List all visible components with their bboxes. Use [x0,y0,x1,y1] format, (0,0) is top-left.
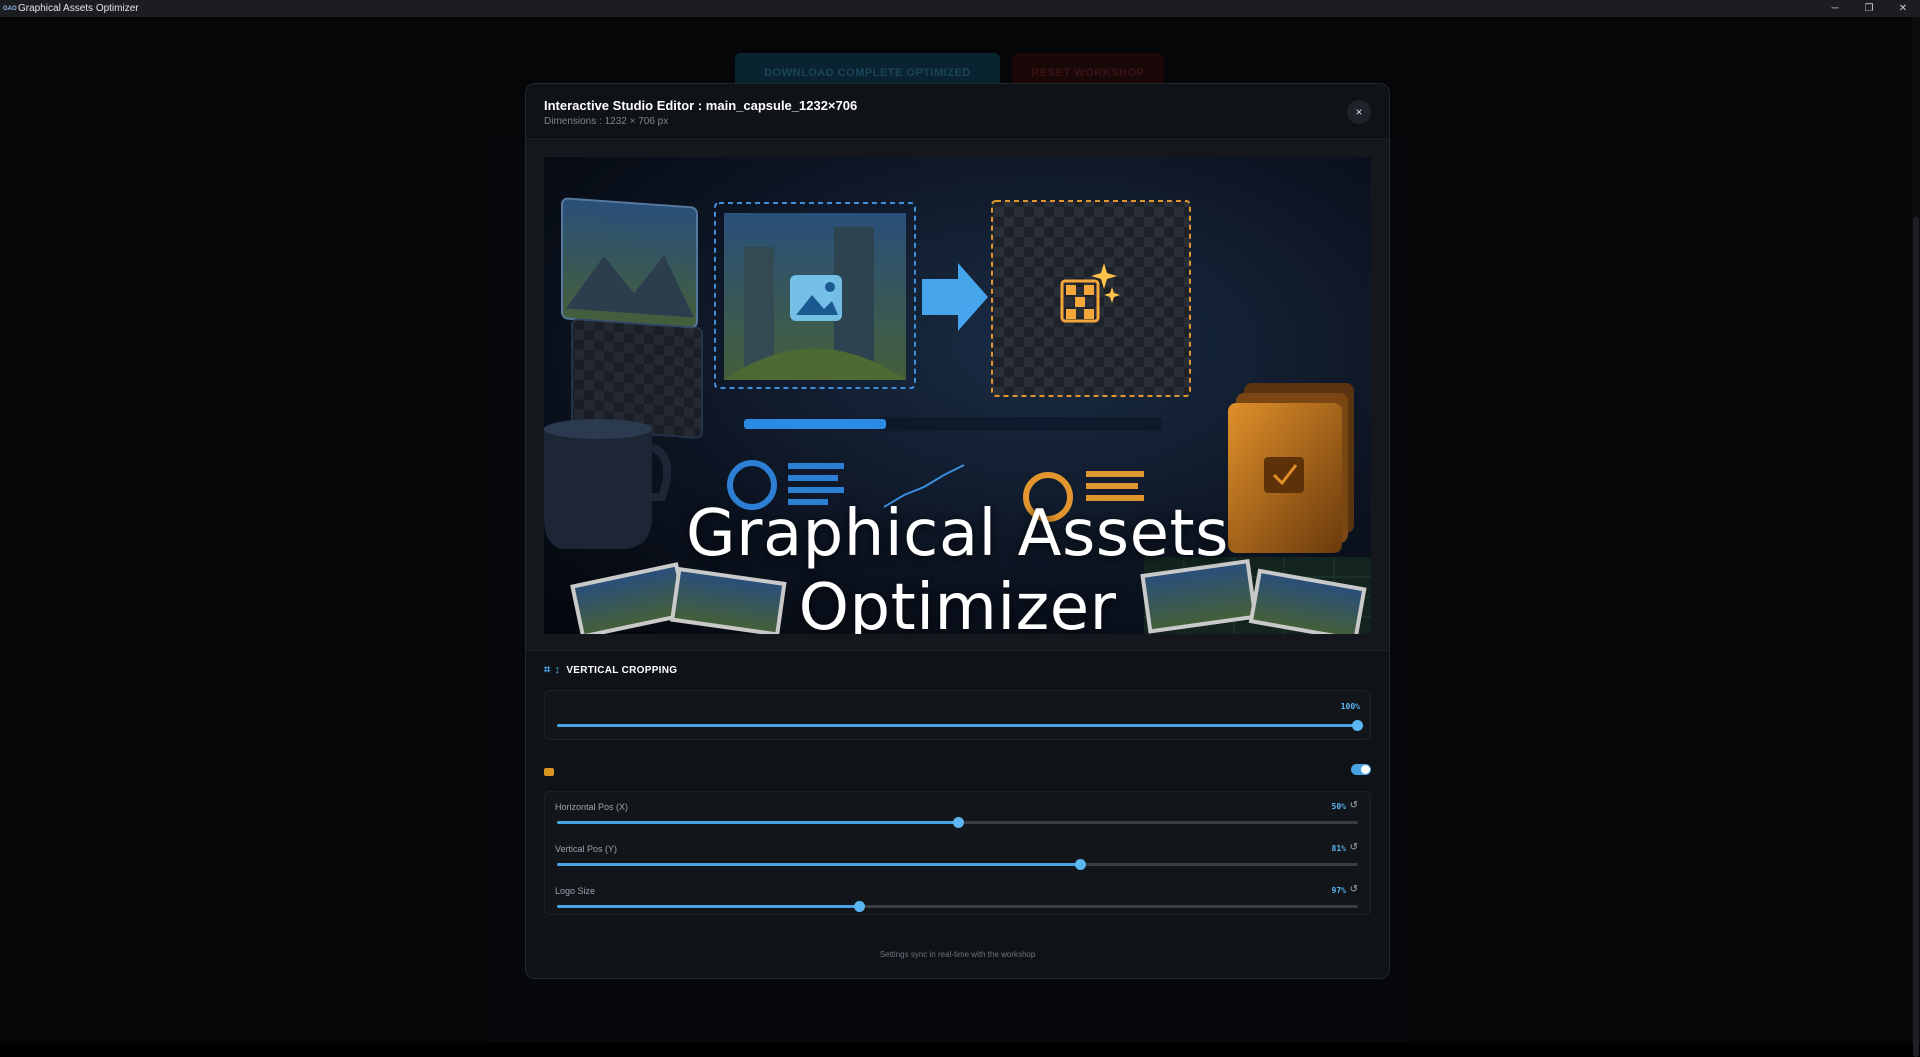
capsule-logo-title: Graphical Assets Optimizer [686,497,1229,634]
title-bar: GAO Graphical Assets Optimizer ─ ❐ ✕ [0,0,1920,17]
slider-thumb[interactable] [1075,859,1087,870]
toggle-knob [1361,765,1370,774]
studio-editor-modal: Interactive Studio Editor : main_capsule… [525,83,1390,979]
slider-fill [557,905,859,908]
close-modal-button[interactable]: × [1347,100,1371,124]
logo-image-icon [544,768,554,776]
logo-controls-card: Horizontal Pos (X) 50% ↺ Vertical Pos (Y… [544,791,1371,915]
logo-size-label: Logo Size [555,886,596,896]
vertical-cropping-label: VERTICAL CROPPING [566,664,678,676]
horizontal-pos-label: Horizontal Pos (X) [555,802,629,812]
logo-overlay-header [544,764,1371,778]
slider-thumb[interactable] [853,901,865,912]
vertical-pos-slider[interactable] [557,859,1358,870]
scrollbar[interactable] [1912,17,1920,1057]
logo-size-value: 97% [1331,886,1346,895]
modal-dimensions: Dimensions : 1232 × 706 px [544,116,669,127]
capsule-preview-image: Graphical Assets Optimizer [544,157,1371,634]
modal-title: Interactive Studio Editor : main_capsule… [544,98,858,113]
slider-fill [557,863,1081,866]
window-title: Graphical Assets Optimizer [18,3,139,14]
vertical-cropping-value: 100% [1340,702,1360,711]
app-icon: GAO [3,5,17,12]
logo-overlay-toggle[interactable] [1351,764,1371,775]
vertical-pos-label: Vertical Pos (Y) [555,844,618,854]
horizontal-pos-slider[interactable] [557,817,1358,828]
slider-fill [557,821,958,824]
horizontal-pos-value: 50% [1331,802,1346,811]
reset-horizontal-icon[interactable]: ↺ [1350,800,1358,811]
sync-note: Settings sync in real-time with the work… [879,950,1036,959]
preview-area: Graphical Assets Optimizer [526,141,1389,651]
crop-icon: ⌗ [544,663,551,676]
vertical-pos-value: 81% [1331,844,1346,853]
left-frames [561,197,703,439]
slider-fill [557,724,1357,727]
close-window-button[interactable]: ✕ [1886,0,1920,17]
slider-thumb[interactable] [1352,720,1363,731]
window-controls: ─ ❐ ✕ [1818,0,1920,17]
vertical-cropping-card: 100% [544,690,1371,740]
vertical-cropping-header: ⌗ ↕ VERTICAL CROPPING [544,663,677,677]
maximize-button[interactable]: ❐ [1852,0,1886,17]
minimize-button[interactable]: ─ [1818,0,1852,17]
vertical-cropping-slider[interactable] [557,720,1363,731]
scrollbar-thumb[interactable] [1913,217,1919,1057]
vertical-arrows-icon: ↕ [554,664,561,676]
reset-logo-size-icon[interactable]: ↺ [1350,884,1358,895]
modal-header: Interactive Studio Editor : main_capsule… [526,84,1389,140]
logo-size-slider[interactable] [557,901,1358,912]
slider-thumb[interactable] [952,817,964,828]
reset-vertical-icon[interactable]: ↺ [1350,842,1358,853]
